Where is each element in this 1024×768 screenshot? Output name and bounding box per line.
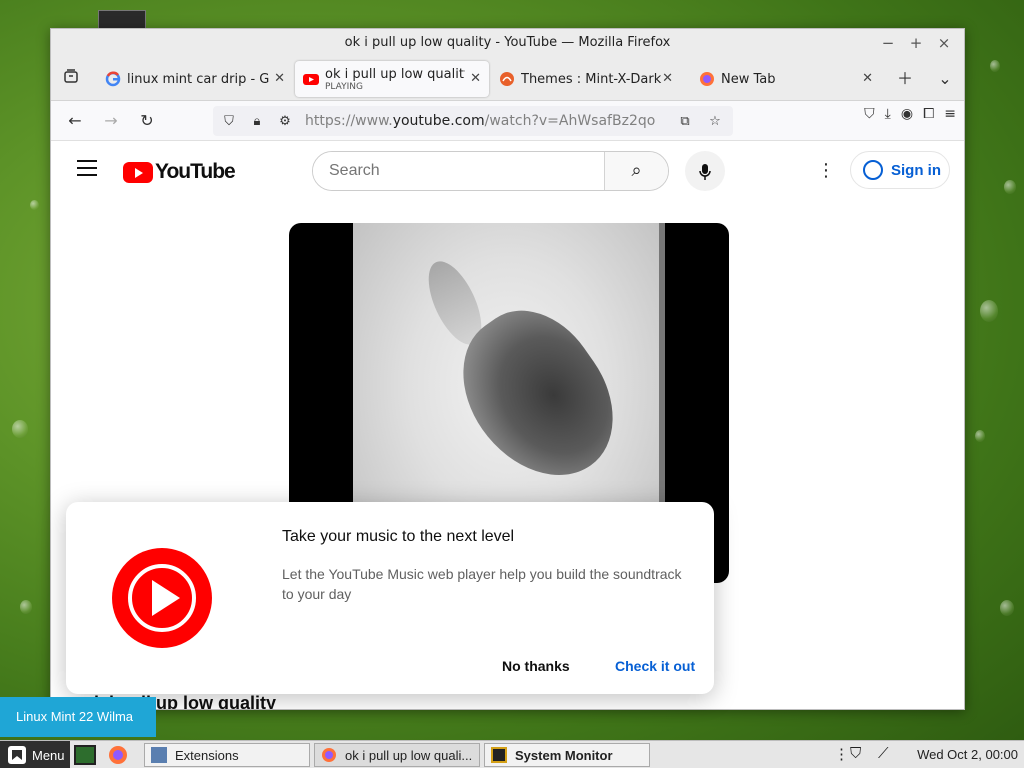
youtube-music-icon: [112, 548, 212, 648]
forward-icon[interactable]: →: [99, 109, 123, 133]
new-tab-icon[interactable]: ＋: [891, 65, 919, 93]
taskbar-item-system-monitor[interactable]: System Monitor: [484, 743, 650, 767]
themes-icon: [499, 71, 515, 87]
youtube-logo[interactable]: YouTube: [123, 160, 236, 184]
taskbar-item-firefox[interactable]: ok i pull up low quali...: [314, 743, 480, 767]
tab-bar: linux mint car drip - Goo ✕ ok i pull up…: [51, 57, 964, 101]
chevron-down-icon[interactable]: ⌄: [931, 65, 959, 93]
search-box: ⌕: [312, 151, 669, 191]
minimize-button[interactable]: −: [878, 33, 898, 53]
applet-handle-icon[interactable]: ⋮: [834, 745, 849, 763]
clock[interactable]: Wed Oct 2, 00:00: [917, 747, 1018, 762]
system-tooltip: Linux Mint 22 Wilma: [0, 697, 156, 737]
tab-list-icon[interactable]: [57, 65, 85, 93]
tab-label: ok i pull up low quality: [325, 66, 465, 82]
firefox-app-icon: [321, 747, 337, 763]
tab-new[interactable]: New Tab ✕: [691, 61, 881, 97]
navigation-bar: ← → ↻ ⛉ 🔒︎ ⚙ https://www.youtube.com/wat…: [51, 101, 964, 141]
bookmark-star-icon[interactable]: ☆: [703, 114, 727, 129]
extensions-icon[interactable]: ⧠: [923, 106, 934, 122]
promo-description: Let the YouTube Music web player help yo…: [282, 566, 682, 602]
close-tab-icon[interactable]: ✕: [862, 71, 873, 86]
tab-label: Themes : Mint-X-Dark : C: [521, 71, 663, 87]
close-window-button[interactable]: ×: [934, 33, 954, 53]
close-tab-icon[interactable]: ✕: [274, 71, 285, 86]
url-text[interactable]: https://www.youtube.com/watch?v=AhWsafBz…: [305, 113, 655, 129]
account-icon[interactable]: ◉: [901, 106, 913, 122]
close-tab-icon[interactable]: ✕: [662, 71, 673, 86]
search-icon[interactable]: ⌕: [604, 152, 668, 190]
tab-label: New Tab: [721, 71, 776, 87]
check-it-out-button[interactable]: Check it out: [615, 658, 695, 674]
tab-youtube[interactable]: ok i pull up low quality PLAYING ✕: [295, 61, 489, 97]
more-options-icon[interactable]: ⋮: [817, 160, 835, 181]
url-bar[interactable]: ⛉ 🔒︎ ⚙ https://www.youtube.com/watch?v=A…: [213, 106, 733, 136]
picture-in-picture-icon[interactable]: ⧉: [673, 114, 697, 129]
guide-menu-icon[interactable]: [77, 160, 97, 181]
firefox-icon: [699, 71, 715, 87]
reload-icon[interactable]: ↻: [135, 109, 159, 133]
back-icon[interactable]: ←: [63, 109, 87, 133]
youtube-music-promo-dialog: Take your music to the next level Let th…: [66, 502, 714, 694]
hamburger-menu-icon[interactable]: ≡: [944, 106, 956, 122]
tab-label: linux mint car drip - Goo: [127, 71, 269, 87]
tab-playing-label: PLAYING: [325, 81, 363, 92]
window-titlebar[interactable]: ok i pull up low quality - YouTube — Moz…: [51, 29, 964, 57]
maximize-button[interactable]: +: [906, 33, 926, 53]
system-monitor-app-icon: [491, 747, 507, 763]
youtube-header: YouTube ⌕ ⋮ Sign in: [51, 142, 964, 198]
microphone-icon[interactable]: [685, 151, 725, 191]
tab-google[interactable]: linux mint car drip - Goo ✕: [97, 61, 293, 97]
shield-icon[interactable]: ⛉: [217, 114, 241, 129]
tab-themes[interactable]: Themes : Mint-X-Dark : C ✕: [491, 61, 681, 97]
desktop-icon[interactable]: [98, 10, 146, 30]
show-desktop-icon[interactable]: [74, 745, 96, 765]
close-tab-icon[interactable]: ✕: [470, 71, 481, 86]
taskbar: Menu Extensions ok i pull up low quali..…: [0, 740, 1024, 768]
no-thanks-button[interactable]: No thanks: [502, 658, 570, 674]
user-icon: [863, 160, 883, 180]
lock-icon[interactable]: 🔒︎: [245, 114, 269, 129]
network-icon[interactable]: ⟋: [878, 745, 889, 762]
permissions-icon[interactable]: ⚙: [273, 114, 297, 129]
taskbar-item-extensions[interactable]: Extensions: [144, 743, 310, 767]
google-icon: [105, 71, 121, 87]
extensions-app-icon: [151, 747, 167, 763]
sign-in-button[interactable]: Sign in: [850, 151, 950, 189]
mint-logo-icon: [8, 746, 26, 764]
window-title: ok i pull up low quality - YouTube — Moz…: [344, 35, 671, 50]
youtube-play-icon: [123, 161, 153, 183]
download-icon[interactable]: ⤓: [885, 106, 891, 122]
youtube-icon: [303, 71, 319, 87]
firefox-launcher-icon[interactable]: [108, 745, 130, 765]
shield-tray-icon[interactable]: ⛉: [850, 745, 861, 762]
pocket-icon[interactable]: ⛉: [864, 106, 875, 122]
promo-title: Take your music to the next level: [282, 528, 515, 545]
search-input[interactable]: [313, 152, 604, 190]
menu-button[interactable]: Menu: [0, 741, 70, 768]
